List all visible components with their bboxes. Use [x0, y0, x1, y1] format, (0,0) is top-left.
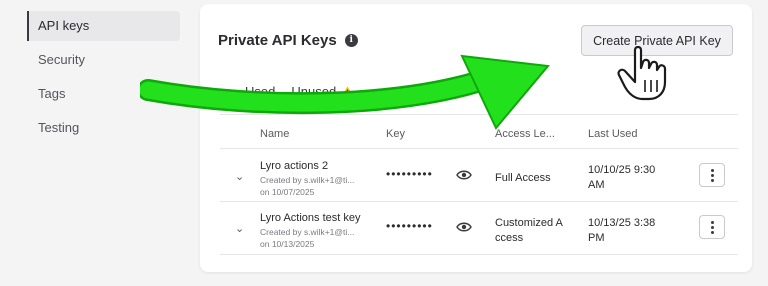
last-used: 10/10/25 9:30 AM — [588, 163, 668, 193]
kebab-dot — [710, 230, 714, 234]
divider — [220, 148, 738, 149]
last-used-line1: 10/10/25 9:30 — [588, 164, 656, 176]
kebab-dot — [710, 225, 714, 229]
last-used-line2: AM — [588, 179, 605, 191]
masked-key: ••••••••• — [386, 167, 433, 181]
access-level: Full Access — [495, 172, 551, 184]
more-options-button[interactable] — [699, 215, 725, 239]
eye-icon[interactable] — [456, 221, 472, 233]
last-used-line2: PM — [588, 232, 605, 244]
eye-icon[interactable] — [456, 169, 472, 181]
last-used-line1: 10/13/25 3:38 — [588, 217, 656, 229]
expand-chevron-icon[interactable]: ⌄ — [235, 222, 244, 235]
card-title: Private API Keys i — [218, 32, 358, 49]
access-line1: Customized A — [495, 217, 563, 229]
kebab-dot — [710, 173, 714, 177]
more-options-button[interactable] — [699, 163, 725, 187]
masked-key: ••••••••• — [386, 219, 433, 233]
expand-chevron-icon[interactable]: ⌄ — [235, 170, 244, 183]
created-on: on 10/07/2025 — [260, 187, 315, 197]
card-title-text: Private API Keys — [218, 32, 337, 49]
created-on: on 10/13/2025 — [260, 239, 315, 249]
access-level: Customized A ccess — [495, 216, 575, 246]
last-used: 10/13/25 3:38 PM — [588, 216, 668, 246]
table-row: ⌄ Lyro Actions test key Created by s.wil… — [200, 204, 752, 256]
table-row: ⌄ Lyro actions 2 Created by s.wilk+1@ti.… — [200, 152, 752, 204]
kebab-dot — [710, 220, 714, 224]
access-line2: ccess — [495, 232, 524, 244]
annotation-arrow-icon — [140, 54, 550, 130]
divider — [220, 254, 738, 255]
sidebar-item-api-keys[interactable]: API keys — [27, 11, 180, 41]
key-name: Lyro actions 2 — [260, 160, 329, 172]
created-by: Created by s.wilk+1@ti... — [260, 175, 355, 185]
kebab-dot — [710, 178, 714, 182]
key-name: Lyro Actions test key — [260, 212, 361, 224]
hand-pointer-icon — [617, 45, 667, 101]
column-last-used[interactable]: Last Used — [588, 128, 638, 140]
created-by: Created by s.wilk+1@ti... — [260, 227, 355, 237]
divider — [220, 201, 738, 202]
info-icon[interactable]: i — [344, 34, 358, 47]
kebab-dot — [710, 168, 714, 172]
